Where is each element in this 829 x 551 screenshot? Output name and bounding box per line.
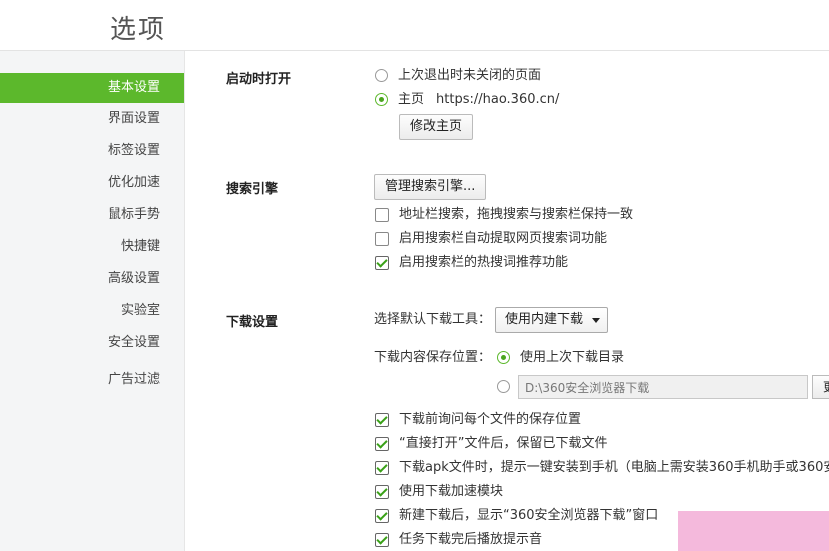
save-option-last-dir-label: 使用上次下载目录 bbox=[520, 350, 625, 365]
startup-option-last-label: 上次退出时未关闭的页面 bbox=[398, 68, 542, 83]
download-option-label: “直接打开”文件后，保留已下载文件 bbox=[399, 436, 608, 451]
search-option-autoextract[interactable]: 启用搜索栏自动提取网页搜索词功能 bbox=[375, 229, 607, 249]
download-path-input[interactable] bbox=[518, 375, 808, 399]
download-option-ask-location[interactable]: 下载前询问每个文件的保存位置 bbox=[375, 410, 581, 430]
checkbox-ask-location[interactable] bbox=[375, 412, 389, 427]
change-home-button[interactable]: 修改主页 bbox=[399, 114, 474, 140]
search-section-title: 搜索引擎 bbox=[226, 182, 279, 197]
checkbox-autoextract[interactable] bbox=[375, 231, 389, 246]
startup-option-last-session[interactable]: 上次退出时未关闭的页面 bbox=[375, 66, 541, 86]
checkbox-addressbar-search[interactable] bbox=[375, 207, 389, 222]
search-option-addressbar[interactable]: 地址栏搜索，拖拽搜索与搜索栏保持一致 bbox=[375, 205, 633, 225]
radio-custom-path[interactable] bbox=[497, 380, 510, 393]
radio-homepage[interactable] bbox=[375, 93, 388, 106]
sidebar-item-tab-settings[interactable]: 标签设置 bbox=[0, 136, 184, 166]
checkbox-accelerate[interactable] bbox=[375, 484, 389, 499]
download-option-label: 新建下载后，显示“360安全浏览器下载”窗口 bbox=[399, 508, 659, 523]
change-path-button[interactable]: 更 bbox=[812, 375, 829, 399]
search-option-label: 启用搜索栏的热搜词推荐功能 bbox=[399, 255, 569, 270]
radio-last-dir[interactable] bbox=[497, 351, 510, 364]
save-option-last-dir[interactable]: 使用上次下载目录 bbox=[497, 348, 624, 368]
checkbox-show-window[interactable] bbox=[375, 508, 389, 523]
download-section-title: 下载设置 bbox=[226, 315, 279, 330]
chevron-down-icon bbox=[592, 318, 601, 323]
sidebar: 基本设置 界面设置 标签设置 优化加速 鼠标手势 快捷键 高级设置 实验室 安全… bbox=[0, 51, 185, 551]
download-option-show-window[interactable]: 新建下载后，显示“360安全浏览器下载”窗口 bbox=[375, 506, 658, 526]
download-option-label: 使用下载加速模块 bbox=[399, 484, 504, 499]
home-url: https://hao.360.cn/ bbox=[436, 92, 560, 107]
download-tool-label: 选择默认下载工具： bbox=[374, 312, 492, 327]
startup-section-title: 启动时打开 bbox=[226, 72, 292, 87]
download-option-label: 下载apk文件时，提示一键安装到手机（电脑上需安装360手机助手或360安 bbox=[399, 460, 829, 475]
startup-option-home-label: 主页 bbox=[398, 92, 425, 107]
sidebar-item-lab[interactable]: 实验室 bbox=[0, 296, 184, 326]
sidebar-item-interface-settings[interactable]: 界面设置 bbox=[0, 104, 184, 134]
sidebar-item-security-settings[interactable]: 安全设置 bbox=[0, 328, 184, 358]
startup-option-homepage[interactable]: 主页 https://hao.360.cn/ bbox=[375, 90, 559, 110]
download-option-apk-prompt[interactable]: 下载apk文件时，提示一键安装到手机（电脑上需安装360手机助手或360安 bbox=[375, 458, 829, 478]
manage-search-engines-button[interactable]: 管理搜索引擎... bbox=[374, 174, 487, 200]
download-option-sound[interactable]: 任务下载完后播放提示音 bbox=[375, 530, 542, 550]
checkbox-sound[interactable] bbox=[375, 532, 389, 547]
search-option-hotwords[interactable]: 启用搜索栏的热搜词推荐功能 bbox=[375, 253, 568, 273]
sidebar-item-shortcuts[interactable]: 快捷键 bbox=[0, 232, 184, 262]
radio-last-session[interactable] bbox=[375, 69, 388, 82]
download-option-label: 下载前询问每个文件的保存位置 bbox=[399, 412, 582, 427]
save-location-label: 下载内容保存位置： bbox=[374, 350, 492, 365]
header: 选项 bbox=[0, 0, 829, 51]
download-option-accelerate[interactable]: 使用下载加速模块 bbox=[375, 482, 503, 502]
download-tool-selected: 使用内建下载 bbox=[505, 312, 584, 327]
sidebar-item-ad-filter[interactable]: 广告过滤 bbox=[0, 365, 184, 395]
checkbox-keep-file[interactable] bbox=[375, 436, 389, 451]
checkbox-apk-prompt[interactable] bbox=[375, 460, 389, 475]
checkbox-hotwords[interactable] bbox=[375, 255, 389, 270]
download-option-keep-file[interactable]: “直接打开”文件后，保留已下载文件 bbox=[375, 434, 607, 454]
sidebar-item-mouse-gestures[interactable]: 鼠标手势 bbox=[0, 200, 184, 230]
sidebar-item-basic-settings[interactable]: 基本设置 bbox=[0, 73, 184, 103]
watermark-overlay bbox=[678, 511, 829, 551]
download-option-label: 任务下载完后播放提示音 bbox=[399, 532, 543, 547]
save-option-custom[interactable] bbox=[497, 377, 520, 397]
page-title: 选项 bbox=[110, 15, 167, 45]
search-option-label: 地址栏搜索，拖拽搜索与搜索栏保持一致 bbox=[399, 207, 634, 222]
sidebar-item-advanced-settings[interactable]: 高级设置 bbox=[0, 264, 184, 294]
download-tool-select[interactable]: 使用内建下载 bbox=[495, 307, 609, 333]
search-option-label: 启用搜索栏自动提取网页搜索词功能 bbox=[399, 231, 608, 246]
sidebar-item-optimization[interactable]: 优化加速 bbox=[0, 168, 184, 198]
